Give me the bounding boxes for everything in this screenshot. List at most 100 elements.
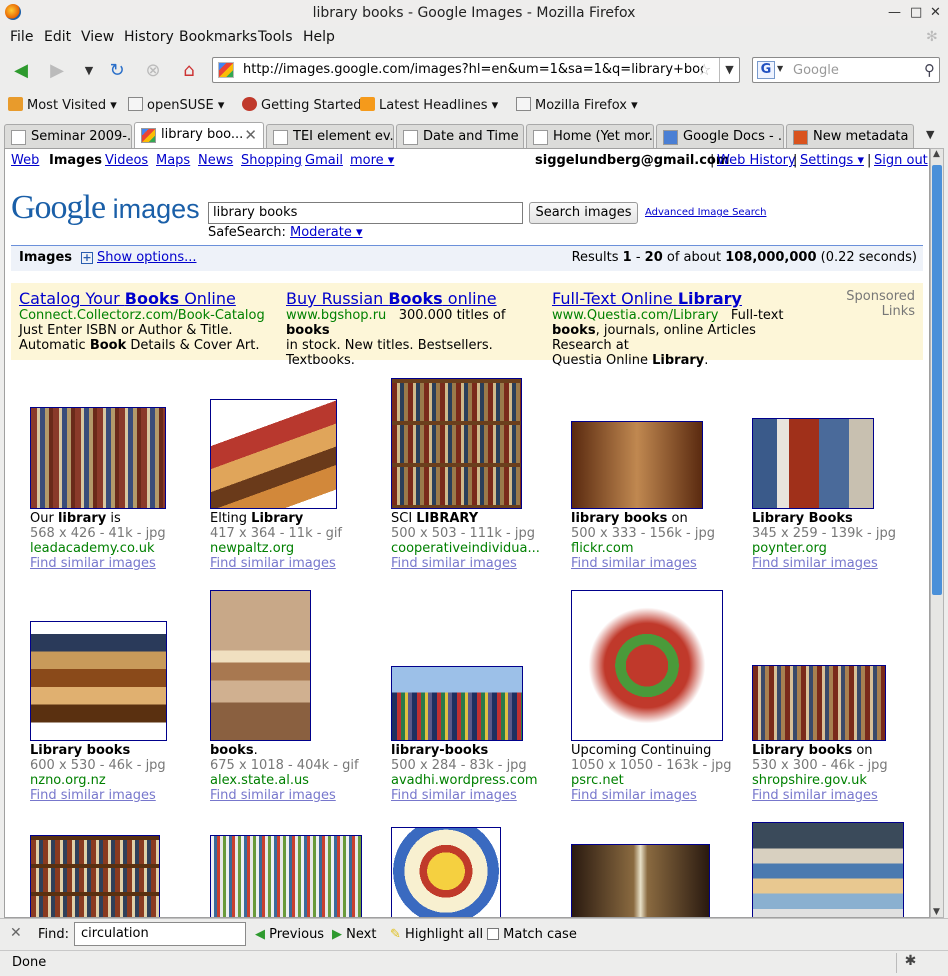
nav-videos[interactable]: Videos — [105, 153, 148, 168]
nav-more[interactable]: more ▾ — [350, 153, 394, 168]
result-thumbnail[interactable] — [30, 835, 160, 917]
find-similar-link[interactable]: Find similar images — [571, 556, 715, 571]
nav-gmail[interactable]: Gmail — [305, 153, 343, 168]
find-similar-link[interactable]: Find similar images — [210, 788, 359, 803]
result-thumbnail[interactable] — [210, 399, 337, 509]
bookmark-mozilla-firefox[interactable]: Mozilla Firefox ▾ — [516, 97, 638, 113]
tab-google-docs[interactable]: Google Docs - ... — [656, 124, 784, 150]
result-thumbnail[interactable] — [30, 407, 166, 509]
menu-view[interactable]: View — [81, 29, 114, 45]
find-previous-button[interactable]: ◀ Previous — [255, 927, 324, 942]
safesearch-moderate-link[interactable]: Moderate ▾ — [290, 225, 362, 240]
vertical-scrollbar[interactable]: ▲ ▼ — [930, 148, 944, 918]
result-site-link[interactable]: newpaltz.org — [210, 541, 342, 556]
close-tab-icon[interactable]: ✕ — [244, 123, 257, 147]
url-bar[interactable]: http://images.google.com/images?hl=en&um… — [212, 57, 740, 83]
find-similar-link[interactable]: Find similar images — [391, 556, 540, 571]
show-options-link[interactable]: Show options... — [97, 246, 197, 270]
find-similar-link[interactable]: Find similar images — [210, 556, 342, 571]
ad-title-link[interactable]: Catalog Your Books Online — [19, 290, 269, 308]
result-site-link[interactable]: avadhi.wordpress.com — [391, 773, 538, 788]
find-input[interactable]: circulation — [74, 922, 246, 946]
result-site-link[interactable]: flickr.com — [571, 541, 715, 556]
reload-icon[interactable]: ↻ — [104, 58, 130, 84]
bookmark-star-icon[interactable]: ☆ — [697, 60, 711, 79]
menu-help[interactable]: Help — [303, 29, 335, 45]
google-images-logo[interactable]: Google images — [11, 189, 200, 227]
tab-library-books[interactable]: library boo... ✕ — [134, 122, 264, 150]
bookmark-most-visited[interactable]: Most Visited ▾ — [8, 97, 117, 113]
stop-icon[interactable]: ⊗ — [140, 58, 166, 84]
menu-edit[interactable]: Edit — [44, 29, 71, 45]
bookmark-latest-headlines[interactable]: Latest Headlines ▾ — [360, 97, 498, 113]
search-icon[interactable]: ⚲ — [924, 61, 935, 79]
tab-list-icon[interactable]: ▼ — [926, 128, 934, 141]
result-site-link[interactable]: leadacademy.co.uk — [30, 541, 166, 556]
minimize-icon[interactable]: — — [888, 0, 901, 26]
tab-date-time[interactable]: Date and Time ... — [396, 124, 524, 150]
result-thumbnail[interactable] — [752, 665, 886, 741]
search-images-button[interactable]: Search images — [529, 202, 638, 224]
maximize-icon[interactable]: □ — [910, 0, 922, 26]
result-thumbnail[interactable] — [571, 590, 723, 741]
result-thumbnail[interactable] — [391, 378, 522, 509]
find-similar-link[interactable]: Find similar images — [30, 788, 166, 803]
close-findbar-icon[interactable]: ✕ — [10, 925, 22, 941]
close-icon[interactable]: ✕ — [930, 0, 941, 26]
scroll-up-icon[interactable]: ▲ — [933, 149, 940, 159]
forward-icon[interactable]: ▶ — [44, 58, 70, 84]
result-thumbnail[interactable] — [391, 827, 501, 917]
highlight-all-button[interactable]: ✎ Highlight all — [390, 927, 483, 942]
settings-link[interactable]: Settings ▾ — [800, 153, 864, 168]
menu-tools[interactable]: Tools — [258, 29, 293, 45]
result-site-link[interactable]: poynter.org — [752, 541, 896, 556]
nav-news[interactable]: News — [198, 153, 233, 168]
bookmark-getting-started[interactable]: Getting Started — [242, 97, 362, 113]
bug-icon[interactable]: ✱ — [896, 953, 924, 973]
scroll-down-icon[interactable]: ▼ — [933, 907, 940, 917]
result-thumbnail[interactable] — [391, 666, 523, 741]
result-site-link[interactable]: nzno.org.nz — [30, 773, 166, 788]
find-similar-link[interactable]: Find similar images — [752, 556, 896, 571]
menu-file[interactable]: File — [10, 29, 33, 45]
result-site-link[interactable]: cooperativeindividua... — [391, 541, 540, 556]
ad-title-link[interactable]: Buy Russian Books online — [286, 290, 536, 308]
find-similar-link[interactable]: Find similar images — [571, 788, 732, 803]
find-similar-link[interactable]: Find similar images — [752, 788, 888, 803]
result-thumbnail[interactable] — [30, 621, 167, 741]
back-icon[interactable]: ◀ — [8, 58, 34, 84]
advanced-image-search-link[interactable]: Advanced Image Search — [645, 207, 766, 218]
find-similar-link[interactable]: Find similar images — [30, 556, 166, 571]
engine-dropdown-icon[interactable]: ▼ — [777, 64, 783, 73]
result-thumbnail[interactable] — [752, 418, 874, 509]
menu-history[interactable]: History — [124, 29, 174, 45]
bookmark-opensuse[interactable]: openSUSE ▾ — [128, 97, 224, 113]
result-site-link[interactable]: shropshire.gov.uk — [752, 773, 888, 788]
home-icon[interactable]: ⌂ — [176, 58, 202, 84]
result-thumbnail[interactable] — [210, 590, 311, 741]
tab-home[interactable]: Home (Yet mor... — [526, 124, 654, 150]
result-thumbnail[interactable] — [571, 421, 703, 509]
tab-new-metadata[interactable]: New metadata ... — [786, 124, 914, 150]
url-dropdown-icon[interactable]: ▼ — [719, 58, 739, 82]
image-search-input[interactable]: library books — [208, 202, 523, 224]
menu-bookmarks[interactable]: Bookmarks — [179, 29, 257, 45]
result-thumbnail[interactable] — [571, 844, 710, 917]
web-history-link[interactable]: Web History — [717, 153, 796, 168]
tab-seminar[interactable]: Seminar 2009-... — [4, 124, 132, 150]
result-thumbnail[interactable] — [752, 822, 904, 917]
nav-web[interactable]: Web — [11, 153, 39, 168]
nav-shopping[interactable]: Shopping — [241, 153, 302, 168]
history-dropdown-icon[interactable]: ▼ — [76, 58, 102, 84]
search-bar[interactable]: G ▼ Google ⚲ — [752, 57, 940, 83]
tab-tei-element[interactable]: TEI element ev... — [266, 124, 394, 150]
find-similar-link[interactable]: Find similar images — [391, 788, 538, 803]
sign-out-link[interactable]: Sign out — [874, 153, 928, 168]
result-site-link[interactable]: alex.state.al.us — [210, 773, 359, 788]
result-site-link[interactable]: psrc.net — [571, 773, 732, 788]
find-next-button[interactable]: ▶ Next — [332, 927, 376, 942]
plus-icon[interactable]: + — [81, 252, 93, 264]
result-thumbnail[interactable] — [210, 835, 362, 917]
nav-maps[interactable]: Maps — [156, 153, 190, 168]
url-text[interactable]: http://images.google.com/images?hl=en&um… — [243, 62, 703, 77]
